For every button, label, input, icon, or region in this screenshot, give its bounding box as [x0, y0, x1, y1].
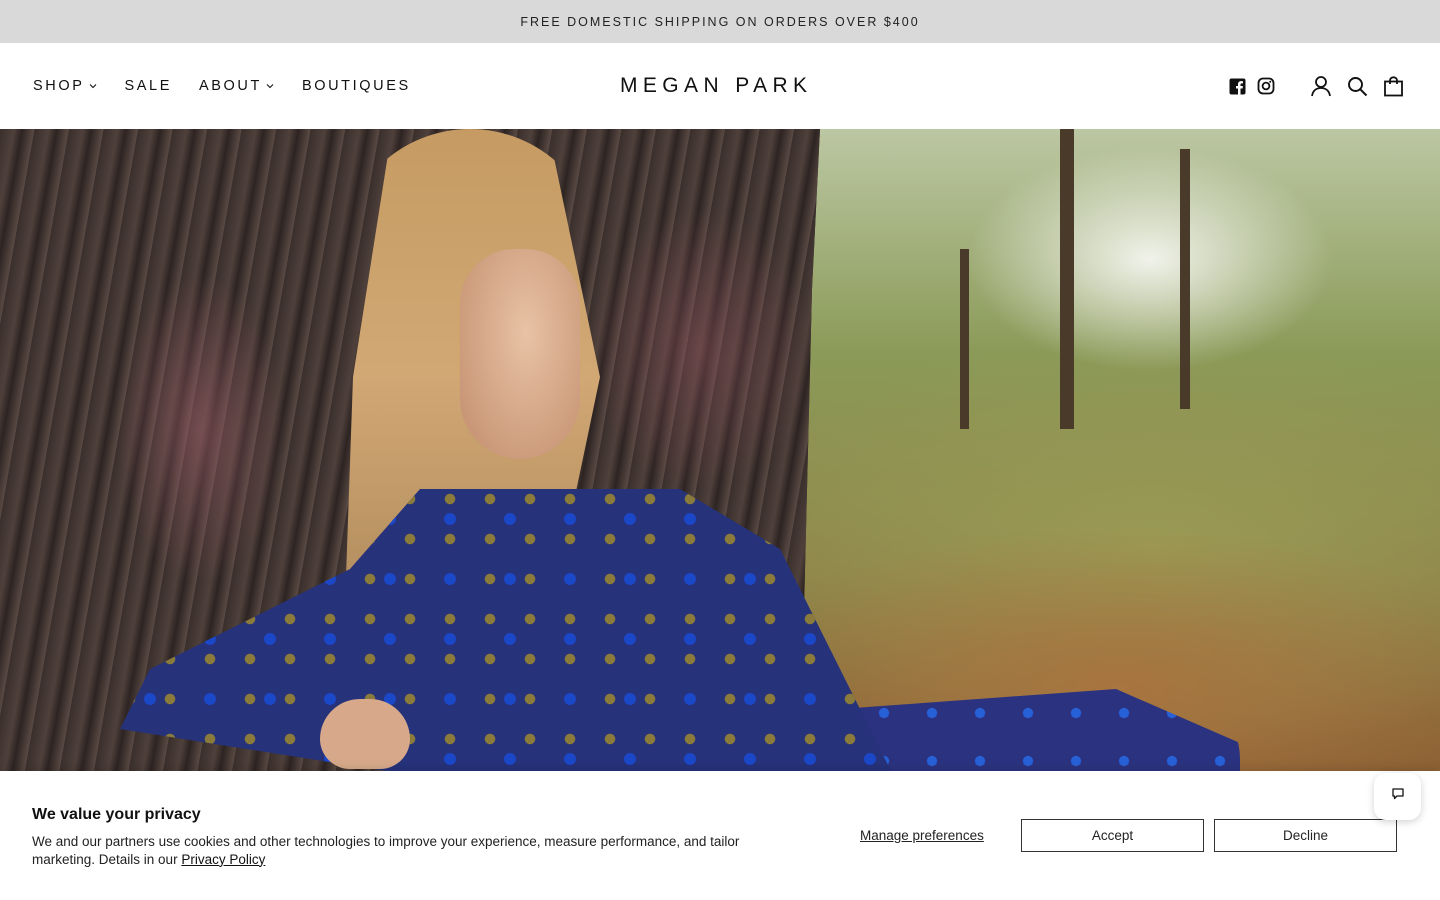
cart-icon[interactable] [1382, 75, 1404, 97]
site-logo[interactable]: MEGAN PARK [620, 74, 820, 98]
model-hand [320, 699, 410, 769]
nav-item-shop[interactable]: SHOP [33, 78, 98, 94]
hero-image[interactable] [0, 129, 1440, 771]
cookie-body-text: We and our partners use cookies and othe… [32, 834, 740, 867]
nav-item-about[interactable]: ABOUT [199, 78, 275, 94]
pine-trunk [1180, 149, 1190, 409]
cookie-title: We value your privacy [32, 806, 201, 823]
nav-item-label: BOUTIQUES [301, 78, 411, 94]
site-header: SHOP SALE ABOUT BOUTIQUES MEGAN PARK [0, 43, 1440, 129]
pine-trunk [960, 249, 969, 429]
cookie-banner: We value your privacy We and our partner… [0, 771, 1440, 900]
search-icon[interactable] [1346, 75, 1368, 97]
announcement-bar: FREE DOMESTIC SHIPPING ON ORDERS OVER $4… [0, 0, 1440, 43]
chat-button[interactable] [1374, 773, 1421, 820]
account-icon[interactable] [1310, 75, 1332, 97]
pine-trunk [1060, 129, 1074, 429]
nav-item-boutiques[interactable]: BOUTIQUES [302, 78, 411, 94]
main-nav: SHOP SALE ABOUT BOUTIQUES [33, 43, 438, 129]
model-face [460, 249, 580, 459]
announcement-text: FREE DOMESTIC SHIPPING ON ORDERS OVER $4… [520, 14, 920, 29]
chevron-down-icon [88, 81, 98, 91]
chat-bubble-icon [1391, 787, 1405, 806]
facebook-icon[interactable] [1226, 75, 1248, 97]
decline-button[interactable]: Decline [1214, 819, 1397, 852]
nav-item-sale[interactable]: SALE [125, 78, 172, 94]
privacy-policy-link[interactable]: Privacy Policy [181, 852, 265, 867]
chevron-down-icon [265, 81, 275, 91]
accept-button[interactable]: Accept [1021, 819, 1204, 852]
manage-preferences-link[interactable]: Manage preferences [860, 828, 984, 843]
nav-item-label: ABOUT [198, 78, 262, 94]
nav-item-label: SALE [124, 78, 172, 94]
cookie-body: We and our partners use cookies and othe… [32, 833, 752, 868]
instagram-icon[interactable] [1255, 75, 1277, 97]
logo-text: MEGAN PARK [620, 74, 813, 97]
nav-item-label: SHOP [33, 78, 85, 94]
